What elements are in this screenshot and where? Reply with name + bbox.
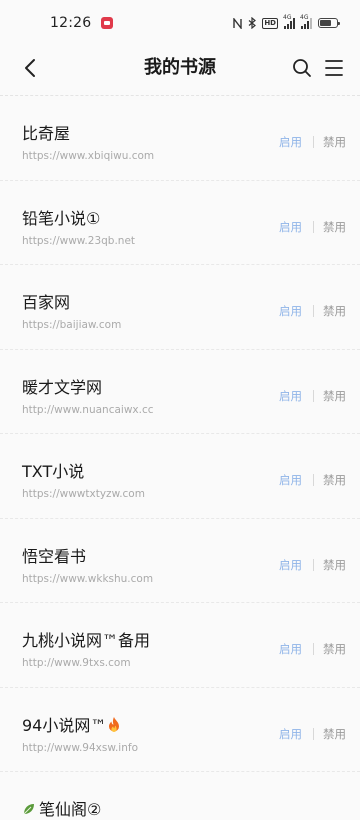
enable-button[interactable]: 启用 [279, 726, 302, 742]
bluetooth-icon [248, 17, 257, 29]
signal-icon-2: 4G [300, 14, 312, 29]
source-actions: 启用 禁用 [279, 726, 346, 742]
menu-button[interactable] [320, 54, 348, 82]
disable-button[interactable]: 禁用 [323, 557, 346, 573]
enable-button[interactable]: 启用 [279, 219, 302, 235]
source-name: 暖才文学网 [22, 377, 103, 397]
source-name-wrapper: 笔仙阁② [22, 796, 101, 820]
signal-icon-1: 4G [283, 14, 295, 29]
action-divider [313, 136, 314, 148]
status-icons: HD 4G 4G [233, 14, 340, 29]
hd-voice-icon: HD [262, 17, 278, 29]
battery-icon [318, 18, 340, 28]
source-name: 94小说网™ [22, 715, 107, 735]
source-url: https://www.xbiqiwu.com [22, 150, 155, 162]
source-item[interactable]: 暖才文学网 http://www.nuancaiwx.cc 启用 禁用 [0, 350, 360, 434]
enable-button[interactable]: 启用 [279, 388, 302, 404]
search-button[interactable] [288, 54, 316, 82]
source-item[interactable]: 九桃小说网™备用 http://www.9txs.com 启用 禁用 [0, 603, 360, 688]
source-url: http://www.9txs.com [22, 657, 131, 669]
source-item[interactable]: 比奇屋 https://www.xbiqiwu.com 启用 禁用 [0, 96, 360, 181]
source-actions: 启用 禁用 [279, 557, 346, 573]
source-name: TXT小说 [22, 462, 85, 481]
nfc-icon [233, 17, 243, 29]
source-url: https://wwwtxtyzw.com [22, 488, 145, 500]
source-list: 比奇屋 https://www.xbiqiwu.com 启用 禁用 铅笔小说① … [0, 96, 360, 819]
top-bar: 我的书源 [0, 46, 360, 90]
source-item[interactable]: 悟空看书 https://www.wkkshu.com 启用 禁用 [0, 519, 360, 603]
source-name: 悟空看书 [22, 546, 87, 566]
action-divider [313, 305, 314, 317]
source-name: 铅笔小说① [22, 208, 101, 228]
source-url: https://www.23qb.net [22, 234, 136, 247]
enable-button[interactable]: 启用 [279, 303, 302, 319]
enable-button[interactable]: 启用 [279, 557, 302, 573]
source-item[interactable]: 笔仙阁② [0, 772, 360, 819]
disable-button[interactable]: 禁用 [323, 219, 346, 235]
action-divider [313, 643, 314, 655]
notification-app-icon [101, 17, 114, 29]
menu-icon [325, 60, 343, 76]
source-item[interactable]: 百家网 https://baijiaw.com 启用 禁用 [0, 265, 360, 350]
source-actions: 启用 禁用 [279, 134, 346, 150]
action-divider [313, 727, 314, 740]
action-divider [313, 474, 314, 486]
source-actions: 启用 禁用 [279, 641, 346, 657]
search-icon [293, 59, 311, 77]
disable-button[interactable]: 禁用 [323, 388, 346, 404]
status-bar: 12:26 HD 4G 4G [0, 0, 360, 46]
source-name: 笔仙阁② [39, 800, 102, 819]
enable-button[interactable]: 启用 [279, 641, 302, 657]
source-url: https://www.wkkshu.com [22, 572, 154, 585]
action-divider [313, 389, 314, 402]
source-item[interactable]: 94小说网™ http://www.94xsw.info 启用 禁用 [0, 688, 360, 772]
source-actions: 启用 禁用 [279, 303, 346, 319]
action-divider [313, 558, 314, 571]
source-name-wrapper: 94小说网™ [22, 712, 121, 736]
source-actions: 启用 禁用 [279, 388, 346, 404]
source-item[interactable]: TXT小说 https://wwwtxtyzw.com 启用 禁用 [0, 434, 360, 519]
source-name: 九桃小说网™备用 [22, 631, 151, 650]
source-item[interactable]: 铅笔小说① https://www.23qb.net 启用 禁用 [0, 181, 360, 265]
source-url: https://baijiaw.com [22, 319, 122, 331]
source-url: http://www.94xsw.info [22, 741, 139, 754]
source-name: 比奇屋 [22, 124, 71, 143]
enable-button[interactable]: 启用 [279, 472, 302, 488]
status-time: 12:26 [50, 15, 92, 31]
source-name: 百家网 [22, 293, 71, 312]
action-divider [313, 220, 314, 233]
source-actions: 启用 禁用 [279, 219, 346, 235]
source-actions: 启用 禁用 [279, 472, 346, 488]
fire-icon [109, 716, 120, 732]
disable-button[interactable]: 禁用 [323, 303, 346, 319]
enable-button[interactable]: 启用 [279, 134, 302, 150]
disable-button[interactable]: 禁用 [323, 641, 346, 657]
disable-button[interactable]: 禁用 [323, 472, 346, 488]
disable-button[interactable]: 禁用 [323, 134, 346, 150]
disable-button[interactable]: 禁用 [323, 726, 346, 742]
leaf-icon [23, 804, 34, 815]
source-url: http://www.nuancaiwx.cc [22, 403, 154, 416]
